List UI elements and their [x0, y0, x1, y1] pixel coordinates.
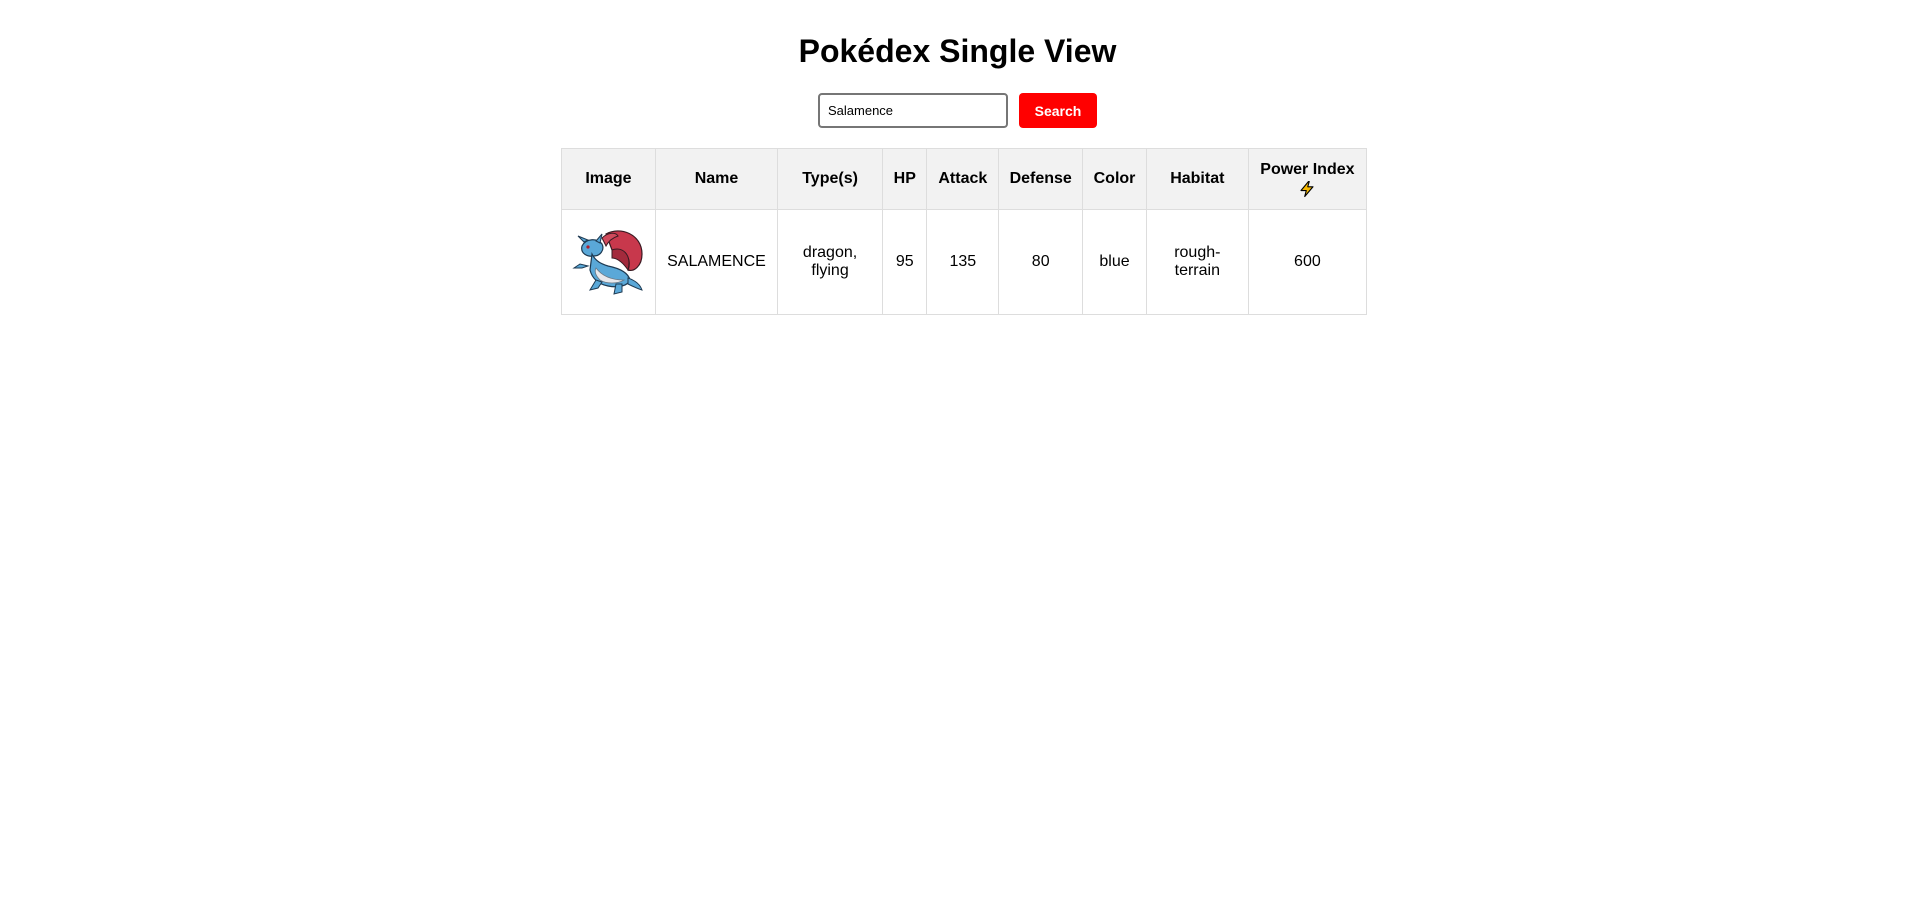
header-types: Type(s)	[777, 148, 884, 210]
header-name: Name	[654, 148, 779, 210]
cell-hp: 95	[882, 209, 928, 315]
header-attack: Attack	[926, 148, 1000, 210]
page: Pokédex Single View Search Image Name Ty…	[0, 0, 1915, 901]
cell-power-index: 600	[1247, 209, 1368, 315]
header-hp: HP	[882, 148, 928, 210]
search-input[interactable]	[818, 93, 1008, 128]
cell-attack: 135	[926, 209, 1000, 315]
header-power-index: Power Index	[1247, 148, 1368, 210]
header-power-index-label: Power Index	[1260, 160, 1355, 178]
cell-types: dragon, flying	[777, 209, 884, 315]
header-defense: Defense	[998, 148, 1084, 210]
cell-habitat: rough-terrain	[1145, 209, 1249, 315]
cell-name: SALAMENCE	[654, 209, 779, 315]
search-button[interactable]: Search	[1019, 93, 1097, 128]
pokemon-table: Image Name Type(s) HP Attack Defense Col…	[561, 148, 1368, 315]
page-title: Pokédex Single View	[798, 33, 1117, 69]
header-habitat: Habitat	[1145, 148, 1249, 210]
search-bar: Search	[0, 93, 1915, 128]
table-header-row: Image Name Type(s) HP Attack Defense Col…	[561, 148, 1368, 210]
cell-color: blue	[1082, 209, 1147, 315]
lightning-bolt-icon	[1300, 180, 1314, 197]
salamence-sprite-image	[572, 230, 644, 295]
header-image: Image	[561, 148, 656, 210]
table-row: SALAMENCE dragon, flying 95 135 80 blue …	[561, 209, 1368, 315]
cell-image	[561, 209, 656, 315]
header-color: Color	[1082, 148, 1147, 210]
cell-defense: 80	[998, 209, 1084, 315]
